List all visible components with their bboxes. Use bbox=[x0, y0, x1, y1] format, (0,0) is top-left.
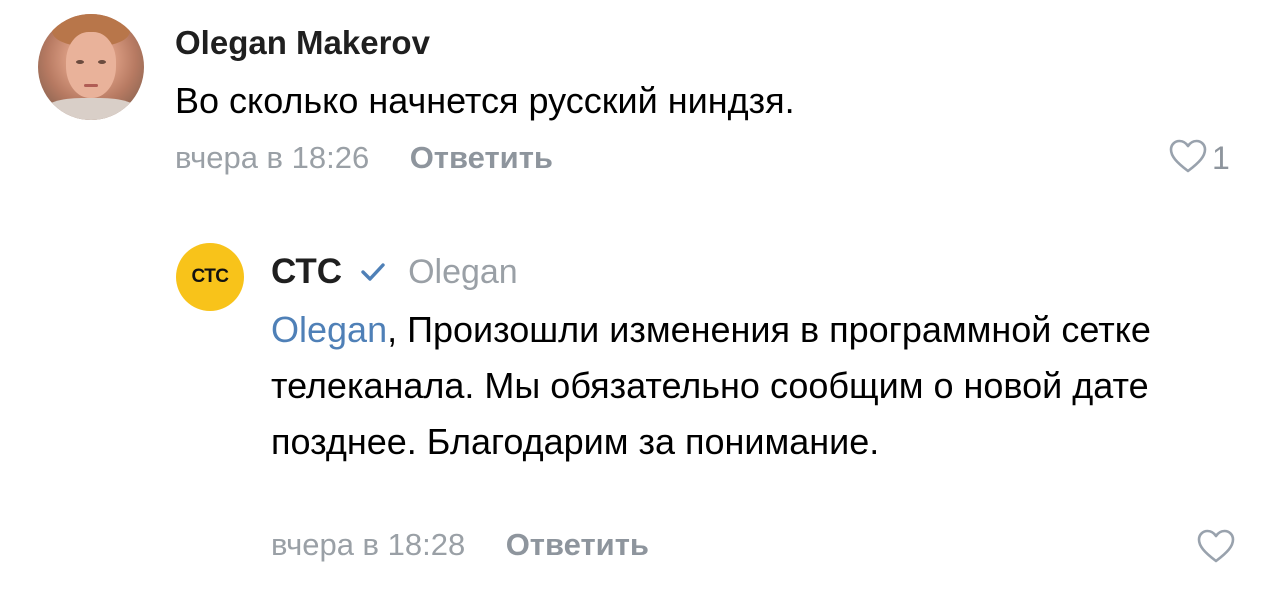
comment-timestamp: вчера в 18:26 bbox=[175, 140, 370, 175]
reply-header: СТС Olegan bbox=[271, 250, 518, 294]
like-count: 1 bbox=[1212, 139, 1230, 176]
channel-logo-text: СТС bbox=[191, 266, 229, 287]
reply-to-name[interactable]: Olegan bbox=[408, 253, 518, 292]
reply-text: Olegan, Произошли изменения в программно… bbox=[271, 302, 1231, 470]
reply-reply-button[interactable]: Ответить bbox=[506, 527, 649, 563]
reply-like-button[interactable] bbox=[1196, 527, 1236, 569]
like-button[interactable]: 1 bbox=[1168, 138, 1230, 178]
mention-link[interactable]: Olegan bbox=[271, 309, 387, 350]
comments-thread: Olegan Makerov Во сколько начнется русск… bbox=[0, 0, 1280, 601]
comment-author[interactable]: Olegan Makerov bbox=[175, 24, 430, 62]
reply-text-body: , Произошли изменения в программной сетк… bbox=[271, 309, 1151, 462]
checkmark-icon bbox=[360, 261, 386, 283]
reply-meta: вчера в 18:28 Ответить bbox=[271, 527, 649, 569]
reply-author[interactable]: СТС bbox=[271, 252, 342, 292]
reply-button[interactable]: Ответить bbox=[410, 140, 553, 176]
comment-text: Во сколько начнется русский ниндзя. bbox=[175, 80, 795, 121]
heart-icon bbox=[1168, 138, 1208, 179]
channel-avatar[interactable]: СТС bbox=[176, 243, 244, 311]
comment-meta: вчера в 18:26 Ответить bbox=[175, 140, 553, 180]
heart-icon bbox=[1196, 528, 1236, 569]
avatar[interactable] bbox=[38, 14, 144, 120]
reply-timestamp: вчера в 18:28 bbox=[271, 527, 466, 562]
